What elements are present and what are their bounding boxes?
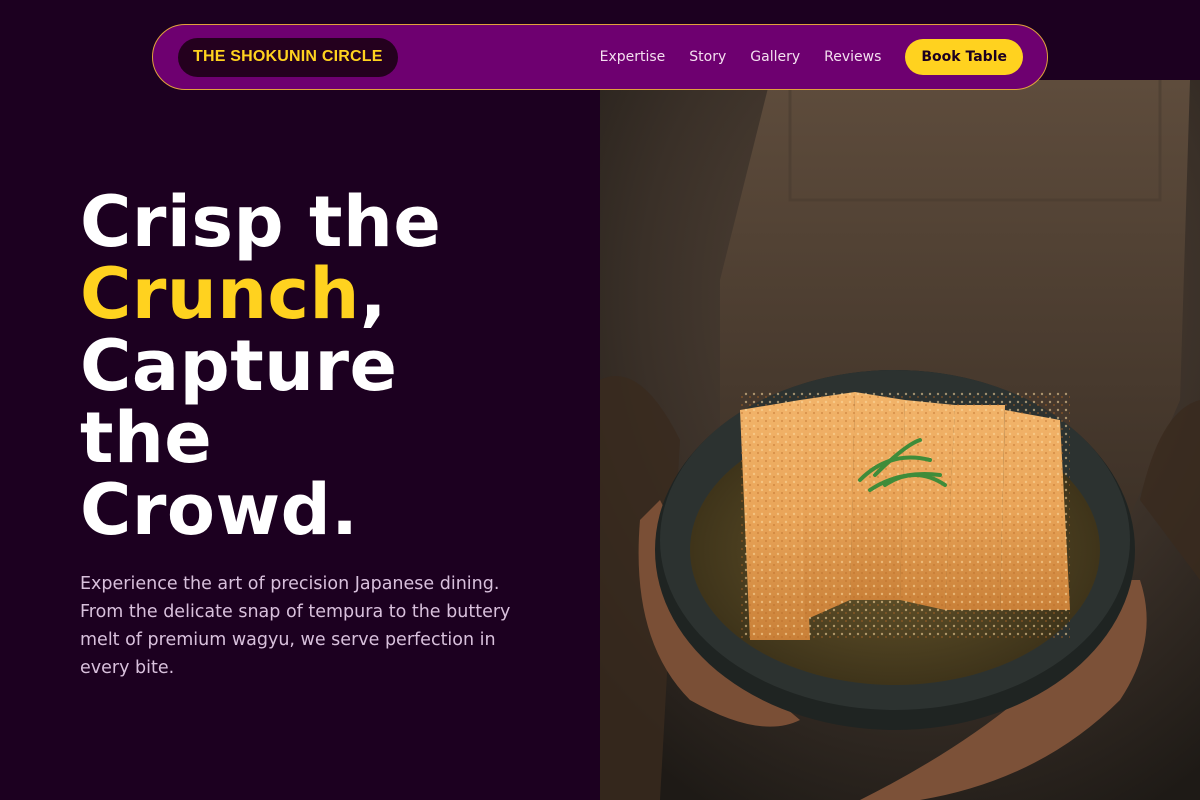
- headline-accent-word: Crunch: [80, 253, 360, 335]
- katsu-bowl-photo: [600, 80, 1200, 800]
- nav-link-reviews[interactable]: Reviews: [824, 49, 881, 65]
- nav-link-gallery[interactable]: Gallery: [750, 49, 800, 65]
- hero-headline: Crisp the Crunch, Capture the Crowd.: [80, 186, 560, 546]
- top-nav: THE SHOKUNIN CIRCLE Expertise Story Gall…: [152, 24, 1048, 90]
- brand-logo[interactable]: THE SHOKUNIN CIRCLE: [178, 37, 398, 77]
- headline-accent-punct: ,: [359, 253, 387, 335]
- nav-links: Expertise Story Gallery Reviews: [600, 49, 882, 65]
- headline-line-3: Capture: [80, 325, 398, 407]
- nav-link-expertise[interactable]: Expertise: [600, 49, 666, 65]
- headline-line-5: Crowd.: [80, 469, 359, 551]
- book-table-button[interactable]: Book Table: [905, 39, 1023, 75]
- hero-description: Experience the art of precision Japanese…: [80, 574, 511, 678]
- headline-line-4: the: [80, 397, 213, 479]
- nav-link-story[interactable]: Story: [689, 49, 726, 65]
- headline-line-1: Crisp the: [80, 181, 442, 263]
